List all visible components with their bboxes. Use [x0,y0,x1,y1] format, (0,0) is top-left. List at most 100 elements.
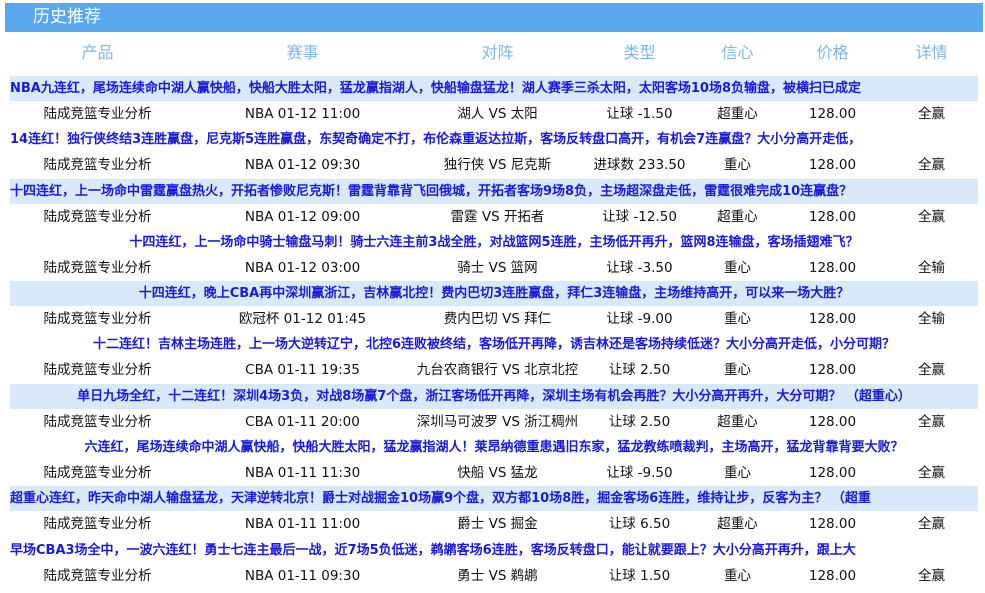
recommendation-title-link[interactable]: 十四连红，上一场命中雷霆赢盘热火，开拓者惨败尼克斯！雷霆背靠背飞回俄城，开拓者客… [10,178,978,204]
column-header-type: 类型 [623,43,656,62]
table-row[interactable]: 陆成竞篮专业分析 CBA 01-11 20:00 深圳马可波罗 VS 浙江稠州 … [0,409,985,435]
cell-product: 陆成竞篮专业分析 [43,157,152,174]
cell-result[interactable]: 全输 [885,255,978,281]
cell-product: 陆成竞篮专业分析 [43,567,152,584]
recommendation-title-link[interactable]: 早场CBA3场全中，一波六连红！勇士七连主最后一战，近7场5负低迷，鹈鹕客场6连… [10,538,978,563]
cell-result[interactable]: 全输 [885,306,978,332]
list-item: NBA九连红，尾场连续命中湖人赢快船，快船大胜太阳，猛龙赢指湖人，快船输盘猛龙！… [0,76,985,127]
cell-teams: 费内巴切 VS 拜仁 [443,311,552,328]
cell-teams: 深圳马可波罗 VS 浙江稠州 [416,413,579,430]
cell-result[interactable]: 全赢 [885,204,978,230]
cell-confidence: 重心 [724,311,751,328]
column-header-confidence: 信心 [721,43,754,62]
list-item: 早场CBA3场全中，一波六连红！勇士七连主最后一战，近7场5负低迷，鹈鹕客场6连… [0,538,985,589]
cell-match: NBA 01-11 09:30 [244,567,361,584]
cell-match: NBA 01-12 11:00 [244,106,361,122]
recommendation-title-link[interactable]: 十四连红，晚上CBA再中深圳赢浙江，吉林赢北控！费内巴切3连胜赢盘，拜仁3连输盘… [10,281,978,307]
cell-price: 128.00 [808,413,857,430]
cell-result[interactable]: 全赢 [885,152,978,178]
cell-result[interactable]: 全赢 [885,563,978,589]
cell-result[interactable]: 全赢 [885,409,978,435]
cell-product: 陆成竞篮专业分析 [43,259,152,276]
cell-price: 128.00 [808,465,857,482]
cell-product: 陆成竞篮专业分析 [43,516,152,533]
table-row[interactable]: 陆成竞篮专业分析 欧冠杯 01-12 01:45 费内巴切 VS 拜仁 让球 -… [0,306,985,332]
list-item: 14连红！独行侠终结3连胜赢盘，尼克斯5连胜赢盘，东契奇确定不打，布伦森重返达拉… [0,127,985,178]
cell-result[interactable]: 全赢 [885,511,978,537]
cell-confidence: 超重心 [717,413,758,430]
cell-teams: 爵士 VS 掘金 [457,516,538,533]
cell-teams: 骑士 VS 篮网 [457,259,538,276]
table-row[interactable]: 陆成竞篮专业分析 NBA 01-12 03:00 骑士 VS 篮网 让球 -3.… [0,255,985,281]
table-row[interactable]: 陆成竞篮专业分析 NBA 01-11 11:30 快船 VS 猛龙 让球 -9.… [0,460,985,486]
cell-confidence: 重心 [724,157,751,174]
cell-match: 欧冠杯 01-12 01:45 [238,311,367,328]
recommendation-title-link[interactable]: NBA九连红，尾场连续命中湖人赢快船，快船大胜太阳，猛龙赢指湖人，快船输盘猛龙！… [10,76,978,101]
list-item: 十四连红，上一场命中雷霆赢盘热火，开拓者惨败尼克斯！雷霆背靠背飞回俄城，开拓者客… [0,178,985,230]
list-item: 六连红，尾场连续命中湖人赢快船，快船大胜太阳，猛龙赢指湖人！莱昂纳德重患遇旧东家… [0,435,985,486]
cell-confidence: 超重心 [717,106,758,122]
recommendation-title-link[interactable]: 六连红，尾场连续命中湖人赢快船，快船大胜太阳，猛龙赢指湖人！莱昂纳德重患遇旧东家… [10,435,978,460]
cell-product: 陆成竞篮专业分析 [43,413,152,430]
cell-type: 让球 2.50 [608,413,671,430]
cell-price: 128.00 [808,208,857,225]
cell-match: CBA 01-11 19:35 [245,362,360,379]
list-item: 十四连红，晚上CBA再中深圳赢浙江，吉林赢北控！费内巴切3连胜赢盘，拜仁3连输盘… [0,281,985,332]
recommendation-title-link[interactable]: 14连红！独行侠终结3连胜赢盘，尼克斯5连胜赢盘，东契奇确定不打，布伦森重返达拉… [10,127,978,152]
cell-type: 让球 -12.50 [602,208,677,225]
cell-type: 进球数 233.50 [593,157,686,174]
cell-price: 128.00 [808,311,857,328]
cell-confidence: 超重心 [717,208,758,225]
cell-teams: 快船 VS 猛龙 [457,465,538,482]
cell-result[interactable]: 全赢 [885,357,978,383]
cell-teams: 湖人 VS 太阳 [457,106,538,122]
cell-confidence: 重心 [724,465,751,482]
table-row[interactable]: 陆成竞篮专业分析 NBA 01-12 11:00 湖人 VS 太阳 让球 -1.… [0,101,985,127]
cell-confidence: 超重心 [717,516,758,533]
cell-confidence: 重心 [724,259,751,276]
cell-match: NBA 01-12 03:00 [244,259,361,276]
recommendation-title-link[interactable]: 十四连红，上一场命中骑士输盘马刺！骑士六连主前3战全胜，对战篮网5连胜，主场低开… [10,230,978,255]
list-item: 十四连红，上一场命中骑士输盘马刺！骑士六连主前3战全胜，对战篮网5连胜，主场低开… [0,230,985,281]
cell-type: 让球 -1.50 [606,106,673,122]
table-row[interactable]: 陆成竞篮专业分析 NBA 01-12 09:00 雷霆 VS 开拓者 让球 -1… [0,204,985,230]
cell-type: 让球 6.50 [608,516,671,533]
cell-price: 128.00 [808,516,857,533]
list-item: 单日九场全红，十二连红！深圳4场3负，对战8场赢7个盘，浙江客场低开再降，深圳主… [0,383,985,435]
cell-match: NBA 01-11 11:00 [244,516,361,533]
recommendation-title-link[interactable]: 超重心连红，昨天命中湖人输盘猛龙，天津逆转北京！爵士对战掘金10场赢9个盘，双方… [10,486,978,512]
recommendation-title-link[interactable]: 单日九场全红，十二连红！深圳4场3负，对战8场赢7个盘，浙江客场低开再降，深圳主… [10,383,978,409]
table-row[interactable]: 陆成竞篮专业分析 NBA 01-11 11:00 爵士 VS 掘金 让球 6.5… [0,511,985,537]
list-item: 十二连红！吉林主场连胜，上一场大逆转辽宁，北控6连败被终结，客场低开再降，诱吉林… [0,332,985,383]
recommendation-title-link[interactable]: 十二连红！吉林主场连胜，上一场大逆转辽宁，北控6连败被终结，客场低开再降，诱吉林… [10,332,978,357]
cell-match: CBA 01-11 20:00 [245,413,360,430]
cell-result[interactable]: 全赢 [885,460,978,486]
cell-product: 陆成竞篮专业分析 [43,208,152,225]
table-row[interactable]: 陆成竞篮专业分析 CBA 01-11 19:35 九台农商银行 VS 北京北控 … [0,357,985,383]
list-item: 超重心连红，昨天命中湖人输盘猛龙，天津逆转北京！爵士对战掘金10场赢9个盘，双方… [0,486,985,537]
column-header-product: 产品 [81,43,114,62]
history-recommendations-panel: 历史推荐 产品 赛事 对阵 类型 信心 价格 详情 NBA九连红，尾场连续命中湖… [0,0,985,593]
cell-result[interactable]: 全赢 [885,101,978,127]
cell-teams: 九台农商银行 VS 北京北控 [416,362,579,379]
section-header: 历史推荐 [5,3,983,32]
column-header-details: 详情 [915,43,948,62]
column-header-teams: 对阵 [481,43,514,62]
cell-teams: 勇士 VS 鹈鹕 [457,567,538,584]
cell-confidence: 重心 [724,362,751,379]
cell-match: NBA 01-11 11:30 [244,465,361,482]
cell-price: 128.00 [808,157,857,174]
cell-type: 让球 1.50 [608,567,671,584]
cell-price: 128.00 [808,567,857,584]
section-title: 历史推荐 [33,7,101,27]
cell-type: 让球 -9.00 [606,311,673,328]
table-row[interactable]: 陆成竞篮专业分析 NBA 01-12 09:30 独行侠 VS 尼克斯 进球数 … [0,152,985,178]
cell-match: NBA 01-12 09:00 [244,208,361,225]
cell-type: 让球 -3.50 [606,259,673,276]
table-row[interactable]: 陆成竞篮专业分析 NBA 01-11 09:30 勇士 VS 鹈鹕 让球 1.5… [0,563,985,589]
cell-product: 陆成竞篮专业分析 [43,465,152,482]
cell-type: 让球 -9.50 [606,465,673,482]
cell-product: 陆成竞篮专业分析 [43,106,152,122]
recommendation-list: NBA九连红，尾场连续命中湖人赢快船，快船大胜太阳，猛龙赢指湖人，快船输盘猛龙！… [0,76,985,589]
cell-product: 陆成竞篮专业分析 [43,311,152,328]
